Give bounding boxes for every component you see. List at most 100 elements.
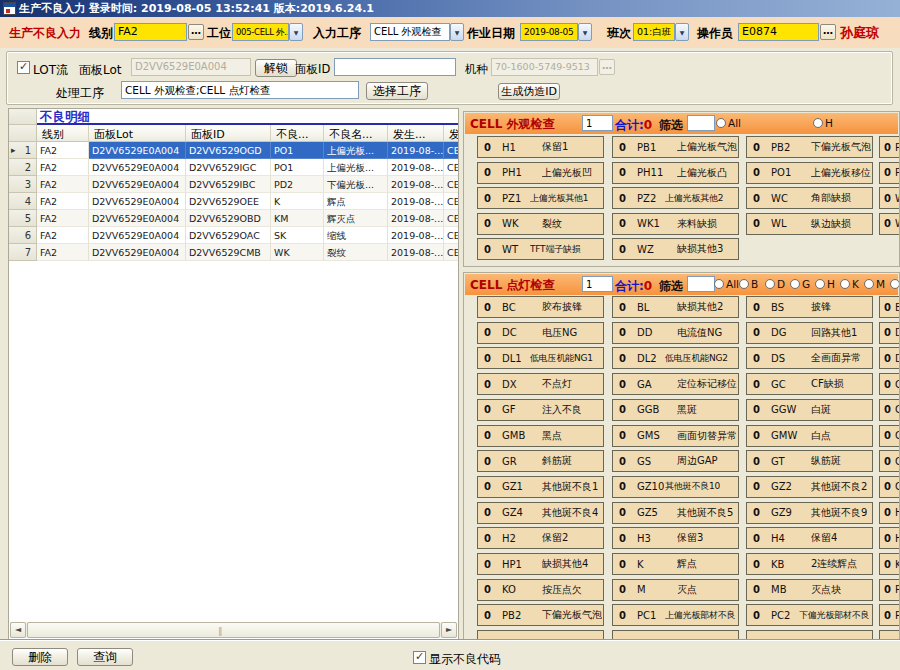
defect-button-HP1[interactable]: 0HP1缺损其他4 [477, 553, 604, 575]
operator-browse-button[interactable]: … [820, 24, 836, 40]
grid-cell[interactable]: CELL [444, 227, 459, 244]
grid-cell[interactable]: CELL [444, 142, 459, 159]
defect-button-GZ4[interactable]: 0GZ4其他斑不良4 [477, 502, 604, 524]
grid-cell[interactable]: 裂纹 [324, 244, 388, 261]
grid-cell[interactable]: D2VV6529OGD [186, 142, 271, 159]
chevron-down-icon[interactable]: ▼ [578, 23, 592, 41]
chevron-down-icon[interactable]: ▼ [675, 23, 689, 41]
defect-button-GS[interactable]: 0GS周边GAP [612, 450, 739, 472]
grid-cell[interactable]: K [271, 193, 324, 210]
defect-button-GMW[interactable]: 0GMW白点 [746, 425, 873, 447]
defect-button-GZ10[interactable]: 0GZ10其他斑不良10 [612, 476, 739, 498]
defect-button-G[interactable]: 0G [879, 425, 900, 447]
grid-cell[interactable]: D2VV6529IBC [186, 176, 271, 193]
defect-button-GGB[interactable]: 0GGB黑斑 [612, 399, 739, 421]
grid-column-header[interactable]: 发生... [388, 125, 444, 142]
grid-cell[interactable]: 上偏光板... [324, 159, 388, 176]
defect-button-P[interactable]: 0P [879, 579, 900, 601]
defect-button-blank[interactable] [879, 630, 900, 640]
grid-cell[interactable]: WK [271, 244, 324, 261]
station-select[interactable]: 005-CELL 外... [232, 23, 289, 41]
defect-button-PZ1[interactable]: 0PZ1上偏光板其他1 [477, 187, 604, 209]
defect-button-WK1[interactable]: 0WK1来料缺损 [612, 213, 739, 235]
grid-cell[interactable]: D2VV6529E0A004 [89, 227, 186, 244]
defect-button-G[interactable]: 0G [879, 476, 900, 498]
grid-cell[interactable]: FA2 [37, 210, 89, 227]
grid-cell[interactable]: 辉灭点 [324, 210, 388, 227]
defect-button-G[interactable]: 0G [879, 399, 900, 421]
defect-button-WZ[interactable]: 0WZ缺损其他3 [612, 238, 739, 260]
grid-cell[interactable]: D2VV6529E0A004 [89, 210, 186, 227]
defect-button-GA[interactable]: 0GA定位标记移位 [612, 373, 739, 395]
grid-row-selector[interactable]: 3 [9, 176, 37, 193]
scroll-left-icon[interactable]: ◄ [10, 622, 26, 638]
defect-button-GZ5[interactable]: 0GZ5其他斑不良5 [612, 502, 739, 524]
defect-button-GZ2[interactable]: 0GZ2其他斑不良2 [746, 476, 873, 498]
defect-button-DG[interactable]: 0DG回路其他1 [746, 322, 873, 344]
visual-count-input[interactable] [582, 115, 613, 131]
defect-button-PH1[interactable]: 0PH1上偏光板凹 [477, 162, 604, 184]
defect-button-blank[interactable] [477, 630, 604, 640]
scroll-thumb[interactable]: ∥ [27, 622, 440, 638]
defect-button-KO[interactable]: 0KO按压点欠 [477, 579, 604, 601]
defect-button-D[interactable]: 0D [879, 347, 900, 369]
defect-button-GZ9[interactable]: 0GZ9其他斑不良9 [746, 502, 873, 524]
grid-cell[interactable]: D2VV6529IGC [186, 159, 271, 176]
grid-row-selector[interactable]: 5 [9, 210, 37, 227]
defect-button-PH11[interactable]: 0PH11上偏光板凸 [612, 162, 739, 184]
grid-cell[interactable]: D2VV6529E0A004 [89, 142, 186, 159]
light-filter-input[interactable] [687, 276, 715, 292]
grid-cell[interactable]: 2019-08-... [388, 210, 444, 227]
light-radio-D[interactable] [765, 279, 775, 289]
defect-button-GMB[interactable]: 0GMB黑点 [477, 425, 604, 447]
light-radio-B[interactable] [739, 279, 749, 289]
defect-button-P[interactable]: 0P [879, 162, 900, 184]
grid-column-header[interactable]: 不良... [271, 125, 324, 142]
grid-cell[interactable]: FA2 [37, 244, 89, 261]
line-browse-button[interactable]: … [188, 24, 204, 40]
grid-cell[interactable]: CELL [444, 210, 459, 227]
defect-button-G[interactable]: 0G [879, 450, 900, 472]
grid-cell[interactable]: D2VV6529OAC [186, 227, 271, 244]
grid-cell[interactable]: CELL [444, 176, 459, 193]
grid-cell[interactable]: 辉点 [324, 193, 388, 210]
light-radio-H[interactable] [815, 279, 825, 289]
panel-lot-input[interactable]: D2VV6529E0A004 [131, 58, 251, 76]
model-browse-button[interactable]: … [599, 59, 615, 75]
defect-button-WC[interactable]: 0WC角部缺损 [746, 187, 873, 209]
grid-column-header[interactable]: 面板ID [186, 125, 271, 142]
light-radio-M[interactable] [864, 279, 874, 289]
grid-column-header[interactable]: 面板Lot [89, 125, 186, 142]
grid-h-scrollbar[interactable]: ◄ ► ∥ [10, 622, 457, 638]
grid-row-selector[interactable]: 7 [9, 244, 37, 261]
scroll-right-icon[interactable]: ► [441, 622, 457, 638]
defect-button-H[interactable]: 0H [879, 527, 900, 549]
light-radio-O[interactable] [890, 279, 900, 289]
grid-cell[interactable]: 2019-08-... [388, 159, 444, 176]
grid-cell[interactable]: PO1 [271, 142, 324, 159]
grid-cell[interactable]: D2VV6529E0A004 [89, 176, 186, 193]
grid-cell[interactable]: CELL [444, 193, 459, 210]
defect-button-WL[interactable]: 0WL纵边缺损 [746, 213, 873, 235]
grid-row-selector[interactable]: 2 [9, 159, 37, 176]
generate-fake-id-button[interactable]: 生成伪造ID [498, 83, 560, 100]
query-button[interactable]: 查询 [77, 648, 133, 666]
grid-cell[interactable]: FA2 [37, 193, 89, 210]
model-input[interactable]: 70-1600-5749-9513 [491, 58, 598, 76]
defect-button-blank[interactable] [746, 630, 873, 640]
defect-button-PC2[interactable]: 0PC2下偏光板部材不良 [746, 604, 873, 626]
show-defect-code-checkbox[interactable] [413, 651, 426, 664]
defect-button-G[interactable]: 0G [879, 373, 900, 395]
grid-cell[interactable]: 2019-08-... [388, 227, 444, 244]
grid-cell[interactable]: KM [271, 210, 324, 227]
grid-column-header[interactable]: 不良名... [324, 125, 388, 142]
defect-button-D[interactable]: 0D [879, 322, 900, 344]
defect-button-H[interactable]: 0H [879, 502, 900, 524]
grid-cell[interactable]: 2019-08-... [388, 193, 444, 210]
defect-button-K[interactable]: 0K辉点 [612, 553, 739, 575]
grid-cell[interactable]: FA2 [37, 227, 89, 244]
light-radio-K[interactable] [840, 279, 850, 289]
grid-cell[interactable]: SK [271, 227, 324, 244]
grid-cell[interactable]: D2VV6529CMB [186, 244, 271, 261]
date-select[interactable]: 2019-08-05 [520, 23, 578, 41]
